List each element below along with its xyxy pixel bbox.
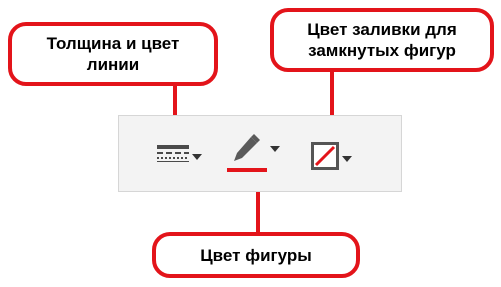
chevron-down-icon: [342, 155, 352, 162]
callout-fill-color-line1: Цвет заливки для: [307, 20, 457, 39]
chevron-down-icon: [192, 153, 202, 160]
callout-line-width-color-line1: Толщина и цвет: [46, 34, 180, 53]
chevron-down-icon: [270, 146, 280, 152]
fill-color-button[interactable]: [311, 142, 352, 175]
pen-color-indicator: [227, 168, 267, 172]
callout-fill-color-line2: замкнутых фигур: [308, 41, 456, 60]
pen-color-button[interactable]: [227, 134, 280, 172]
line-width-color-callout: Толщина и цвет линии: [8, 22, 218, 86]
drawing-toolbar: [118, 115, 402, 192]
line-style-button[interactable]: [157, 144, 202, 169]
shape-color-callout: Цвет фигуры: [152, 232, 360, 278]
pen-icon: [227, 134, 267, 172]
callout-shape-color-label: Цвет фигуры: [200, 245, 312, 265]
fill-color-callout: Цвет заливки для замкнутых фигур: [270, 8, 494, 72]
line-style-icon: [157, 144, 189, 169]
no-fill-icon: [311, 142, 339, 175]
callout-line-width-color-line2: линии: [86, 55, 140, 74]
